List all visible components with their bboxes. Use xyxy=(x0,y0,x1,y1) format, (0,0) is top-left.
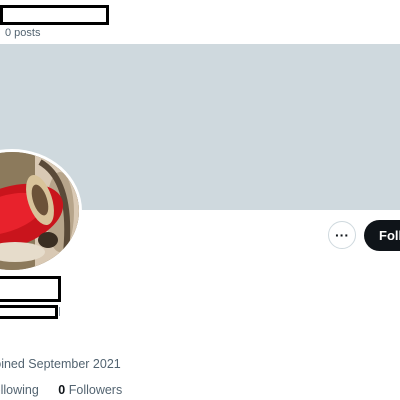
redacted-profile-name-header xyxy=(0,5,109,25)
joined-date: Joined September 2021 xyxy=(0,357,121,371)
more-horizontal-icon: ··· xyxy=(335,227,349,243)
joined-date-text: Joined September 2021 xyxy=(0,357,121,371)
redacted-username-handle xyxy=(0,305,58,319)
handle-divider xyxy=(59,307,60,316)
redacted-display-name xyxy=(0,276,61,302)
following-label: Following xyxy=(0,383,39,397)
followers-count: 0 xyxy=(58,383,66,397)
followers-link[interactable]: 0 Followers xyxy=(58,383,122,397)
following-link[interactable]: Following xyxy=(0,383,42,397)
follow-button[interactable]: Follow xyxy=(364,220,400,251)
profile-page: 0 posts ··· Follow Joined September 2021 xyxy=(0,0,400,400)
follow-button-label: Follow xyxy=(379,228,400,243)
post-count: 0 posts xyxy=(5,27,41,39)
more-options-button[interactable]: ··· xyxy=(328,221,356,249)
follow-stats: Following 0 Followers xyxy=(0,383,122,397)
followers-label: Followers xyxy=(68,383,123,397)
